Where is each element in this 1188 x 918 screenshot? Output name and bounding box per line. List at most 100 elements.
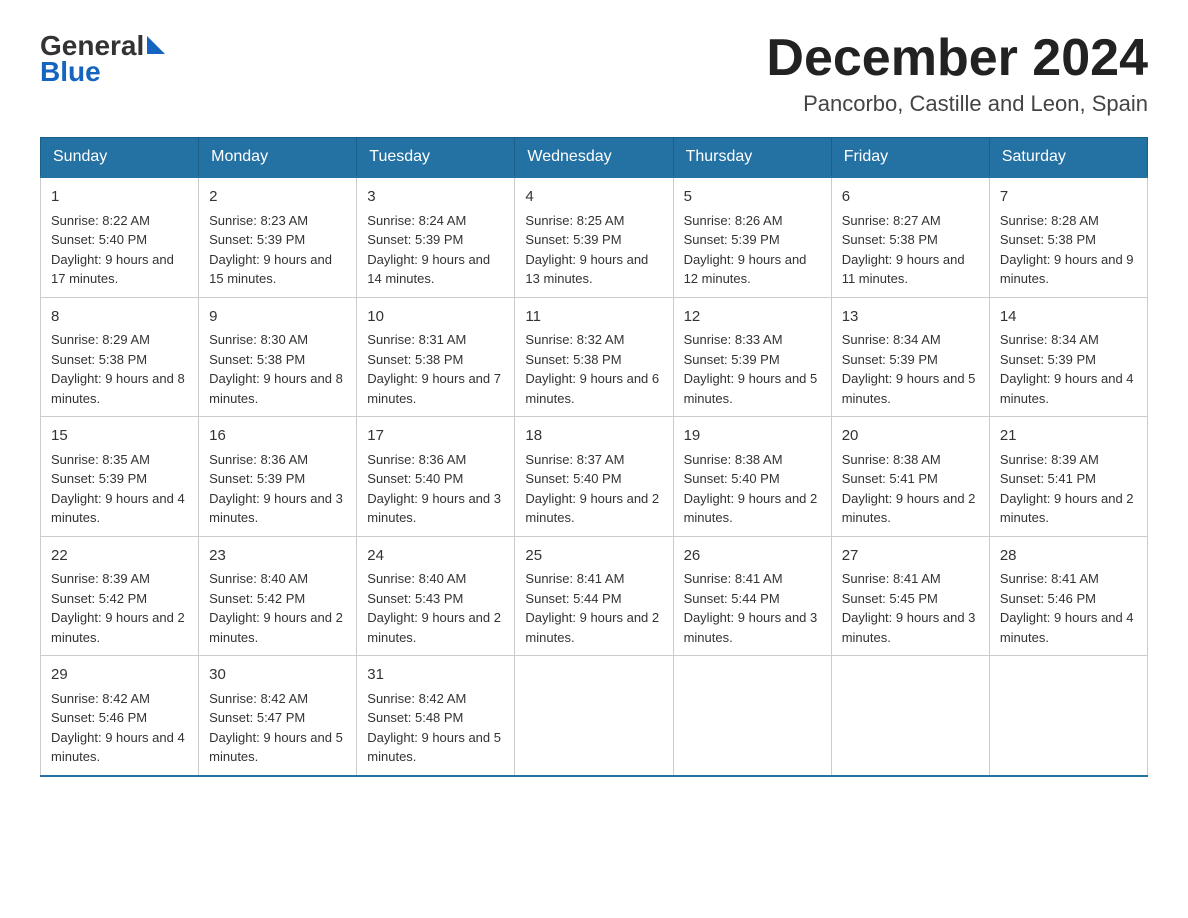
calendar-cell: 5Sunrise: 8:26 AMSunset: 5:39 PMDaylight… [673, 177, 831, 297]
logo-blue-text: Blue [40, 58, 101, 86]
day-number: 7 [1000, 186, 1137, 209]
calendar-cell: 17Sunrise: 8:36 AMSunset: 5:40 PMDayligh… [357, 417, 515, 537]
day-info: Sunrise: 8:33 AMSunset: 5:39 PMDaylight:… [684, 330, 821, 408]
day-number: 25 [525, 545, 662, 568]
calendar-cell: 9Sunrise: 8:30 AMSunset: 5:38 PMDaylight… [199, 297, 357, 417]
col-friday: Friday [831, 138, 989, 178]
calendar-header-row: Sunday Monday Tuesday Wednesday Thursday… [41, 138, 1148, 178]
calendar-cell: 16Sunrise: 8:36 AMSunset: 5:39 PMDayligh… [199, 417, 357, 537]
day-number: 24 [367, 545, 504, 568]
day-info: Sunrise: 8:31 AMSunset: 5:38 PMDaylight:… [367, 330, 504, 408]
day-info: Sunrise: 8:41 AMSunset: 5:45 PMDaylight:… [842, 569, 979, 647]
day-info: Sunrise: 8:22 AMSunset: 5:40 PMDaylight:… [51, 211, 188, 289]
calendar-cell: 14Sunrise: 8:34 AMSunset: 5:39 PMDayligh… [989, 297, 1147, 417]
day-number: 15 [51, 425, 188, 448]
calendar-cell: 22Sunrise: 8:39 AMSunset: 5:42 PMDayligh… [41, 536, 199, 656]
day-number: 8 [51, 306, 188, 329]
calendar-cell: 10Sunrise: 8:31 AMSunset: 5:38 PMDayligh… [357, 297, 515, 417]
logo-arrow-icon [147, 36, 165, 54]
day-number: 21 [1000, 425, 1137, 448]
col-thursday: Thursday [673, 138, 831, 178]
calendar-week-row: 1Sunrise: 8:22 AMSunset: 5:40 PMDaylight… [41, 177, 1148, 297]
day-number: 17 [367, 425, 504, 448]
day-info: Sunrise: 8:38 AMSunset: 5:41 PMDaylight:… [842, 450, 979, 528]
calendar-cell: 21Sunrise: 8:39 AMSunset: 5:41 PMDayligh… [989, 417, 1147, 537]
calendar-cell: 12Sunrise: 8:33 AMSunset: 5:39 PMDayligh… [673, 297, 831, 417]
calendar-week-row: 15Sunrise: 8:35 AMSunset: 5:39 PMDayligh… [41, 417, 1148, 537]
calendar-cell [673, 656, 831, 776]
day-info: Sunrise: 8:42 AMSunset: 5:48 PMDaylight:… [367, 689, 504, 767]
day-info: Sunrise: 8:42 AMSunset: 5:47 PMDaylight:… [209, 689, 346, 767]
day-info: Sunrise: 8:34 AMSunset: 5:39 PMDaylight:… [1000, 330, 1137, 408]
day-info: Sunrise: 8:34 AMSunset: 5:39 PMDaylight:… [842, 330, 979, 408]
day-number: 12 [684, 306, 821, 329]
day-number: 5 [684, 186, 821, 209]
day-info: Sunrise: 8:24 AMSunset: 5:39 PMDaylight:… [367, 211, 504, 289]
day-info: Sunrise: 8:29 AMSunset: 5:38 PMDaylight:… [51, 330, 188, 408]
day-number: 11 [525, 306, 662, 329]
day-number: 19 [684, 425, 821, 448]
day-number: 3 [367, 186, 504, 209]
calendar-table: Sunday Monday Tuesday Wednesday Thursday… [40, 137, 1148, 777]
calendar-cell: 24Sunrise: 8:40 AMSunset: 5:43 PMDayligh… [357, 536, 515, 656]
day-info: Sunrise: 8:36 AMSunset: 5:39 PMDaylight:… [209, 450, 346, 528]
calendar-cell: 26Sunrise: 8:41 AMSunset: 5:44 PMDayligh… [673, 536, 831, 656]
day-number: 2 [209, 186, 346, 209]
month-title: December 2024 [766, 30, 1148, 87]
day-info: Sunrise: 8:27 AMSunset: 5:38 PMDaylight:… [842, 211, 979, 289]
calendar-cell: 8Sunrise: 8:29 AMSunset: 5:38 PMDaylight… [41, 297, 199, 417]
col-monday: Monday [199, 138, 357, 178]
day-number: 13 [842, 306, 979, 329]
calendar-week-row: 29Sunrise: 8:42 AMSunset: 5:46 PMDayligh… [41, 656, 1148, 776]
col-tuesday: Tuesday [357, 138, 515, 178]
col-sunday: Sunday [41, 138, 199, 178]
day-info: Sunrise: 8:41 AMSunset: 5:44 PMDaylight:… [525, 569, 662, 647]
day-info: Sunrise: 8:40 AMSunset: 5:43 PMDaylight:… [367, 569, 504, 647]
day-number: 23 [209, 545, 346, 568]
day-info: Sunrise: 8:39 AMSunset: 5:42 PMDaylight:… [51, 569, 188, 647]
day-number: 16 [209, 425, 346, 448]
calendar-cell [515, 656, 673, 776]
location-subtitle: Pancorbo, Castille and Leon, Spain [766, 91, 1148, 117]
day-number: 10 [367, 306, 504, 329]
calendar-cell [831, 656, 989, 776]
calendar-cell: 18Sunrise: 8:37 AMSunset: 5:40 PMDayligh… [515, 417, 673, 537]
day-info: Sunrise: 8:38 AMSunset: 5:40 PMDaylight:… [684, 450, 821, 528]
day-info: Sunrise: 8:26 AMSunset: 5:39 PMDaylight:… [684, 211, 821, 289]
calendar-cell: 7Sunrise: 8:28 AMSunset: 5:38 PMDaylight… [989, 177, 1147, 297]
calendar-cell: 1Sunrise: 8:22 AMSunset: 5:40 PMDaylight… [41, 177, 199, 297]
day-info: Sunrise: 8:36 AMSunset: 5:40 PMDaylight:… [367, 450, 504, 528]
col-wednesday: Wednesday [515, 138, 673, 178]
day-info: Sunrise: 8:35 AMSunset: 5:39 PMDaylight:… [51, 450, 188, 528]
calendar-cell: 30Sunrise: 8:42 AMSunset: 5:47 PMDayligh… [199, 656, 357, 776]
day-info: Sunrise: 8:41 AMSunset: 5:44 PMDaylight:… [684, 569, 821, 647]
day-number: 30 [209, 664, 346, 687]
day-number: 22 [51, 545, 188, 568]
day-number: 31 [367, 664, 504, 687]
day-info: Sunrise: 8:23 AMSunset: 5:39 PMDaylight:… [209, 211, 346, 289]
day-number: 20 [842, 425, 979, 448]
calendar-week-row: 8Sunrise: 8:29 AMSunset: 5:38 PMDaylight… [41, 297, 1148, 417]
logo: General Blue [40, 30, 165, 86]
page-header: General Blue December 2024 Pancorbo, Cas… [40, 30, 1148, 117]
day-number: 27 [842, 545, 979, 568]
day-info: Sunrise: 8:37 AMSunset: 5:40 PMDaylight:… [525, 450, 662, 528]
calendar-cell: 27Sunrise: 8:41 AMSunset: 5:45 PMDayligh… [831, 536, 989, 656]
day-number: 4 [525, 186, 662, 209]
day-number: 18 [525, 425, 662, 448]
calendar-cell: 2Sunrise: 8:23 AMSunset: 5:39 PMDaylight… [199, 177, 357, 297]
day-number: 6 [842, 186, 979, 209]
day-number: 26 [684, 545, 821, 568]
calendar-cell: 29Sunrise: 8:42 AMSunset: 5:46 PMDayligh… [41, 656, 199, 776]
day-number: 9 [209, 306, 346, 329]
calendar-cell [989, 656, 1147, 776]
calendar-cell: 15Sunrise: 8:35 AMSunset: 5:39 PMDayligh… [41, 417, 199, 537]
calendar-cell: 4Sunrise: 8:25 AMSunset: 5:39 PMDaylight… [515, 177, 673, 297]
calendar-cell: 20Sunrise: 8:38 AMSunset: 5:41 PMDayligh… [831, 417, 989, 537]
calendar-cell: 23Sunrise: 8:40 AMSunset: 5:42 PMDayligh… [199, 536, 357, 656]
day-number: 14 [1000, 306, 1137, 329]
calendar-cell: 19Sunrise: 8:38 AMSunset: 5:40 PMDayligh… [673, 417, 831, 537]
calendar-cell: 25Sunrise: 8:41 AMSunset: 5:44 PMDayligh… [515, 536, 673, 656]
day-number: 29 [51, 664, 188, 687]
day-info: Sunrise: 8:42 AMSunset: 5:46 PMDaylight:… [51, 689, 188, 767]
